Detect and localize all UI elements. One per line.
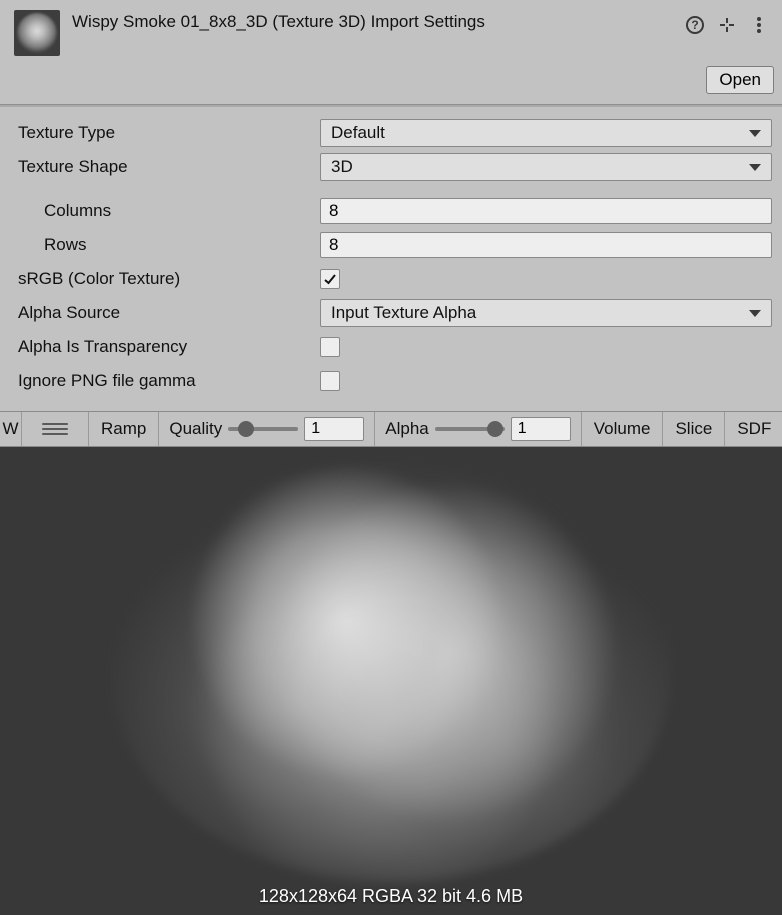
inspector-title: Wispy Smoke 01_8x8_3D (Texture 3D) Impor…: [72, 12, 485, 31]
quality-value[interactable]: [304, 417, 364, 441]
import-settings-form: Texture Type Default Texture Shape 3D Co…: [0, 107, 782, 411]
row-columns: Columns: [18, 197, 772, 225]
smoke-render: [111, 463, 671, 883]
chevron-down-icon: [749, 310, 761, 317]
toolbar-alpha: Alpha: [375, 412, 581, 446]
row-alpha-transparency: Alpha Is Transparency: [18, 333, 772, 361]
row-alpha-source: Alpha Source Input Texture Alpha: [18, 299, 772, 327]
preview-toolbar: W Ramp Quality Alpha Volume Slice SDF: [0, 411, 782, 447]
preview-info: 128x128x64 RGBA 32 bit 4.6 MB: [0, 886, 782, 907]
toolbar-volume[interactable]: Volume: [582, 412, 664, 446]
select-texture-shape-value: 3D: [331, 157, 353, 177]
toolbar-ramp[interactable]: Ramp: [89, 412, 159, 446]
label-rows: Rows: [18, 235, 320, 255]
input-columns[interactable]: [320, 198, 772, 224]
toolbar-w[interactable]: W: [0, 412, 22, 446]
checkbox-ignore-png-gamma[interactable]: [320, 371, 340, 391]
hamburger-icon: [32, 423, 78, 435]
toolbar-slice[interactable]: Slice: [663, 412, 725, 446]
open-button[interactable]: Open: [706, 66, 774, 94]
texture-preview[interactable]: 128x128x64 RGBA 32 bit 4.6 MB: [0, 447, 782, 915]
header-icon-row: ?: [686, 6, 774, 34]
checkbox-alpha-transparency[interactable]: [320, 337, 340, 357]
toolbar-sdf[interactable]: SDF: [725, 412, 782, 446]
alpha-label: Alpha: [385, 419, 428, 439]
alpha-value[interactable]: [511, 417, 571, 441]
kebab-icon[interactable]: [750, 16, 768, 34]
inspector-header: Wispy Smoke 01_8x8_3D (Texture 3D) Impor…: [0, 0, 782, 62]
label-texture-shape: Texture Shape: [18, 157, 320, 177]
row-srgb: sRGB (Color Texture): [18, 265, 772, 293]
preset-icon[interactable]: [718, 16, 736, 34]
label-ignore-png-gamma: Ignore PNG file gamma: [18, 371, 320, 391]
open-button-row: Open: [0, 62, 782, 104]
row-texture-shape: Texture Shape 3D: [18, 153, 772, 181]
label-columns: Columns: [18, 201, 320, 221]
label-alpha-transparency: Alpha Is Transparency: [18, 337, 320, 357]
toolbar-hamburger[interactable]: [22, 412, 89, 446]
smoke-thumbnail: [17, 13, 57, 53]
slider-knob[interactable]: [238, 421, 254, 437]
title-wrap: Wispy Smoke 01_8x8_3D (Texture 3D) Impor…: [72, 6, 686, 32]
quality-slider[interactable]: [228, 427, 298, 431]
label-texture-type: Texture Type: [18, 123, 320, 143]
select-alpha-source-value: Input Texture Alpha: [331, 303, 476, 323]
asset-thumbnail: [14, 10, 60, 56]
label-alpha-source: Alpha Source: [18, 303, 320, 323]
chevron-down-icon: [749, 164, 761, 171]
row-ignore-png-gamma: Ignore PNG file gamma: [18, 367, 772, 395]
row-texture-type: Texture Type Default: [18, 119, 772, 147]
select-texture-shape[interactable]: 3D: [320, 153, 772, 181]
slider-knob[interactable]: [487, 421, 503, 437]
select-texture-type-value: Default: [331, 123, 385, 143]
row-rows: Rows: [18, 231, 772, 259]
svg-text:?: ?: [691, 18, 698, 32]
alpha-slider[interactable]: [435, 427, 505, 431]
toolbar-quality: Quality: [159, 412, 375, 446]
label-srgb: sRGB (Color Texture): [18, 269, 320, 289]
quality-label: Quality: [169, 419, 222, 439]
help-icon[interactable]: ?: [686, 16, 704, 34]
input-rows[interactable]: [320, 232, 772, 258]
chevron-down-icon: [749, 130, 761, 137]
checkbox-srgb[interactable]: [320, 269, 340, 289]
select-texture-type[interactable]: Default: [320, 119, 772, 147]
select-alpha-source[interactable]: Input Texture Alpha: [320, 299, 772, 327]
spacer: [18, 187, 772, 197]
